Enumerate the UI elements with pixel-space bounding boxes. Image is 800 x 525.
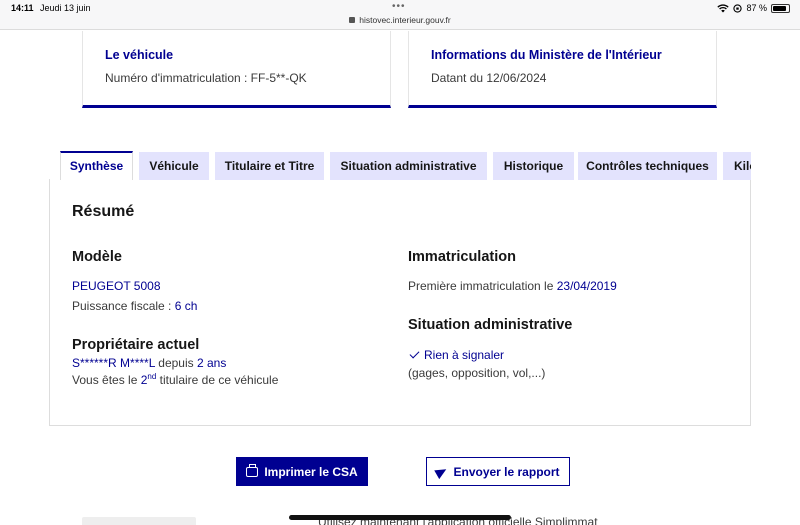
vehicle-card-title: Le véhicule [105, 48, 174, 62]
owner-rank-suffix: nd [147, 372, 157, 381]
home-indicator[interactable] [289, 515, 511, 520]
battery-icon [771, 3, 790, 13]
fiscal-power-value: 6 ch [174, 299, 198, 313]
url-text: histovec.interieur.gouv.fr [359, 15, 451, 25]
admin-status: Rien à signaler [409, 348, 505, 362]
model-name: PEUGEOT 5008 [72, 279, 161, 293]
status-right: 87 % [717, 3, 790, 13]
first-registration: Première immatriculation le 23/04/2019 [408, 279, 617, 293]
print-csa-button[interactable]: Imprimer le CSA [236, 457, 368, 486]
tab-historique[interactable]: Historique [493, 152, 574, 180]
tab-synthese[interactable]: Synthèse [60, 151, 133, 180]
admin-status-text: Rien à signaler [424, 348, 505, 362]
registration-number: Numéro d'immatriculation : FF-5**-QK [105, 71, 307, 85]
send-report-label: Envoyer le rapport [453, 464, 560, 479]
registration-heading: Immatriculation [408, 249, 516, 265]
tab-controles-techniques[interactable]: Contrôles techniques [578, 152, 717, 180]
first-registration-label: Première immatriculation le [408, 279, 557, 293]
owner-line: S******R M****L depuis 2 ans [72, 356, 226, 370]
tab-vehicule[interactable]: Véhicule [139, 152, 209, 180]
tab-titulaire-titre[interactable]: Titulaire et Titre [215, 152, 324, 180]
print-csa-label: Imprimer le CSA [264, 464, 358, 479]
first-registration-date: 23/04/2019 [556, 279, 617, 293]
status-bar: 14:11 Jeudi 13 juin ••• histovec.interie… [0, 0, 800, 30]
address-bar[interactable]: histovec.interieur.gouv.fr [0, 15, 800, 25]
fiscal-power-label: Puissance fiscale : [72, 299, 175, 313]
owner-since-value: 2 ans [196, 356, 227, 370]
wifi-icon [717, 3, 730, 12]
tab-kilometrage[interactable]: Kilo [723, 152, 751, 180]
bottom-logo [82, 517, 196, 525]
orientation-lock-icon [733, 3, 743, 13]
send-icon [434, 464, 450, 479]
admin-heading: Situation administrative [408, 317, 573, 333]
tab-situation-administrative[interactable]: Situation administrative [330, 152, 487, 180]
admin-detail: (gages, opposition, vol,...) [408, 366, 546, 380]
fiscal-power: Puissance fiscale : 6 ch [72, 299, 197, 313]
data-date: Datant du 12/06/2024 [431, 71, 547, 85]
owner-rank-tail: titulaire de ce véhicule [156, 373, 279, 387]
lock-icon [349, 17, 356, 23]
ministry-card: Informations du Ministère de l'Intérieur… [408, 31, 717, 108]
owner-rank-number: 2nd [141, 372, 157, 387]
ministry-card-title: Informations du Ministère de l'Intérieur [431, 48, 662, 62]
check-icon [409, 348, 420, 359]
model-heading: Modèle [72, 249, 122, 265]
owner-since-label: depuis [154, 356, 197, 370]
owner-rank-prefix: Vous êtes le [72, 373, 141, 387]
tab-bar: Synthèse Véhicule Titulaire et Titre Sit… [60, 151, 751, 180]
battery-percent: 87 % [746, 3, 767, 13]
owner-name: S******R M****L [72, 356, 155, 370]
owner-heading: Propriétaire actuel [72, 337, 200, 353]
summary-title: Résumé [72, 203, 135, 220]
more-dots-icon[interactable]: ••• [392, 1, 406, 12]
status-time: 14:11 [11, 3, 34, 13]
owner-rank: Vous êtes le 2nd titulaire de ce véhicul… [72, 372, 278, 387]
vehicle-card: Le véhicule Numéro d'immatriculation : F… [82, 31, 391, 108]
send-report-button[interactable]: Envoyer le rapport [426, 457, 570, 486]
status-date: Jeudi 13 juin [40, 3, 91, 13]
printer-icon [246, 463, 259, 477]
